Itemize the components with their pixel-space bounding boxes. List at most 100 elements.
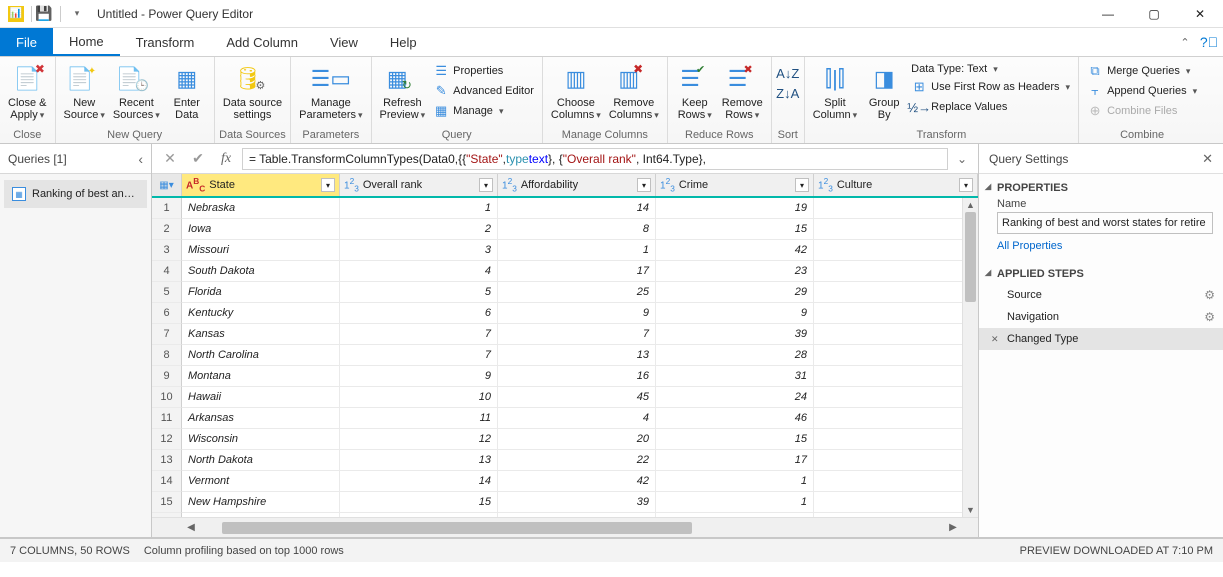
cell[interactable]: 39 xyxy=(656,324,814,345)
cell[interactable]: Arkansas xyxy=(182,408,340,429)
add-column-tab[interactable]: Add Column xyxy=(210,28,314,56)
close-window-button[interactable]: ✕ xyxy=(1177,0,1223,28)
replace-values-button[interactable]: ½→Replace Values xyxy=(907,97,1074,117)
gear-icon[interactable]: ⚙ xyxy=(1204,310,1215,324)
cell[interactable] xyxy=(814,324,978,345)
formula-cancel-icon[interactable]: ✕ xyxy=(158,148,182,170)
table-row[interactable]: 13North Dakota132217 xyxy=(152,450,978,471)
properties-section[interactable]: PROPERTIES xyxy=(979,174,1223,198)
save-icon[interactable]: 💾 xyxy=(34,4,54,24)
cell[interactable]: 9 xyxy=(498,303,656,324)
applied-steps-section[interactable]: APPLIED STEPS xyxy=(979,260,1223,284)
cell[interactable]: Montana xyxy=(182,366,340,387)
cell[interactable] xyxy=(814,198,978,219)
cell[interactable]: 42 xyxy=(656,240,814,261)
table-row[interactable]: 10Hawaii104524 xyxy=(152,387,978,408)
maximize-button[interactable]: ▢ xyxy=(1131,0,1177,28)
data-source-settings-button[interactable]: 🛢⚙ Data source settings xyxy=(219,59,286,123)
cell[interactable]: Kentucky xyxy=(182,303,340,324)
row-number[interactable]: 15 xyxy=(152,492,182,513)
col-header-rank[interactable]: 123Overall rank▾ xyxy=(340,174,498,196)
fx-icon[interactable]: fx xyxy=(214,148,238,170)
advanced-editor-button[interactable]: ✎Advanced Editor xyxy=(429,81,538,101)
step-changed-type[interactable]: Changed Type xyxy=(979,328,1223,350)
formula-expand-icon[interactable]: ⌄ xyxy=(952,152,972,166)
cell[interactable] xyxy=(814,282,978,303)
table-row[interactable]: 9Montana91631 xyxy=(152,366,978,387)
group-by-button[interactable]: ◨ Group By xyxy=(861,59,907,123)
table-row[interactable]: 11Arkansas11446 xyxy=(152,408,978,429)
cell[interactable]: 3 xyxy=(340,240,498,261)
col-header-crime[interactable]: 123Crime▾ xyxy=(656,174,814,196)
cell[interactable]: 15 xyxy=(656,219,814,240)
cell[interactable] xyxy=(814,450,978,471)
col-header-affordability[interactable]: 123Affordability▾ xyxy=(498,174,656,196)
cell[interactable]: 5 xyxy=(340,282,498,303)
file-tab[interactable]: File xyxy=(0,28,53,56)
cell[interactable] xyxy=(814,303,978,324)
cell[interactable]: 4 xyxy=(498,408,656,429)
row-number[interactable]: 6 xyxy=(152,303,182,324)
help-tab[interactable]: Help xyxy=(374,28,433,56)
cell[interactable]: New Hampshire xyxy=(182,492,340,513)
properties-button[interactable]: ☰Properties xyxy=(429,61,538,81)
row-number[interactable]: 3 xyxy=(152,240,182,261)
cell[interactable] xyxy=(814,345,978,366)
qat-dropdown-icon[interactable]: ▾ xyxy=(67,4,87,24)
remove-columns-button[interactable]: ▥✖ Remove Columns▾ xyxy=(605,59,663,123)
table-row[interactable]: 1Nebraska11419 xyxy=(152,198,978,219)
row-number[interactable]: 2 xyxy=(152,219,182,240)
cell[interactable]: 16 xyxy=(498,366,656,387)
row-number[interactable]: 7 xyxy=(152,324,182,345)
cell[interactable] xyxy=(814,429,978,450)
cell[interactable]: 14 xyxy=(340,471,498,492)
cell[interactable]: 1 xyxy=(656,492,814,513)
cell[interactable]: 29 xyxy=(656,282,814,303)
cell[interactable]: 45 xyxy=(498,387,656,408)
minimize-button[interactable]: ― xyxy=(1085,0,1131,28)
filter-icon[interactable]: ▾ xyxy=(959,178,973,192)
cell[interactable]: 25 xyxy=(498,282,656,303)
all-properties-link[interactable]: All Properties xyxy=(979,240,1223,260)
cell[interactable]: 15 xyxy=(656,429,814,450)
cell[interactable]: Florida xyxy=(182,282,340,303)
cell[interactable] xyxy=(814,261,978,282)
table-row[interactable]: 12Wisconsin122015 xyxy=(152,429,978,450)
table-row[interactable]: 8North Carolina71328 xyxy=(152,345,978,366)
enter-data-button[interactable]: ▦ Enter Data xyxy=(164,59,210,123)
horizontal-scrollbar[interactable]: ◀ ▶ xyxy=(152,517,978,537)
cell[interactable]: 22 xyxy=(498,450,656,471)
transform-tab[interactable]: Transform xyxy=(120,28,211,56)
cell[interactable]: 23 xyxy=(656,261,814,282)
cell[interactable]: 10 xyxy=(340,387,498,408)
query-settings-close-icon[interactable]: ✕ xyxy=(1202,151,1213,167)
merge-queries-button[interactable]: ⧉Merge Queries▾ xyxy=(1083,61,1201,81)
cell[interactable]: Wisconsin xyxy=(182,429,340,450)
choose-columns-button[interactable]: ▥ Choose Columns▾ xyxy=(547,59,605,123)
queries-collapse-icon[interactable]: ‹ xyxy=(138,151,143,167)
cell[interactable]: 13 xyxy=(340,450,498,471)
table-row[interactable]: 2Iowa2815 xyxy=(152,219,978,240)
cell[interactable]: 15 xyxy=(340,492,498,513)
row-number[interactable]: 13 xyxy=(152,450,182,471)
cell[interactable]: 17 xyxy=(498,261,656,282)
cell[interactable]: 7 xyxy=(498,324,656,345)
table-row[interactable]: 6Kentucky699 xyxy=(152,303,978,324)
refresh-preview-button[interactable]: ▦↻ Refresh Preview▾ xyxy=(376,59,430,123)
cell[interactable] xyxy=(814,366,978,387)
row-number[interactable]: 11 xyxy=(152,408,182,429)
home-tab[interactable]: Home xyxy=(53,28,120,56)
close-apply-button[interactable]: 📄✖ Close & Apply▾ xyxy=(4,59,51,123)
cell[interactable]: 24 xyxy=(656,387,814,408)
table-row[interactable]: 4South Dakota41723 xyxy=(152,261,978,282)
table-row[interactable]: 15New Hampshire15391 xyxy=(152,492,978,513)
cell[interactable]: Hawaii xyxy=(182,387,340,408)
sort-desc-button[interactable]: Z↓A xyxy=(776,83,800,103)
cell[interactable]: Nebraska xyxy=(182,198,340,219)
remove-rows-button[interactable]: ☰✖ Remove Rows▾ xyxy=(718,59,767,123)
scroll-left-icon[interactable]: ◀ xyxy=(182,522,200,533)
formula-commit-icon[interactable]: ✔ xyxy=(186,148,210,170)
table-row[interactable]: 14Vermont14421 xyxy=(152,471,978,492)
split-column-button[interactable]: ⫿|⫿ Split Column▾ xyxy=(809,59,861,123)
row-number[interactable]: 14 xyxy=(152,471,182,492)
